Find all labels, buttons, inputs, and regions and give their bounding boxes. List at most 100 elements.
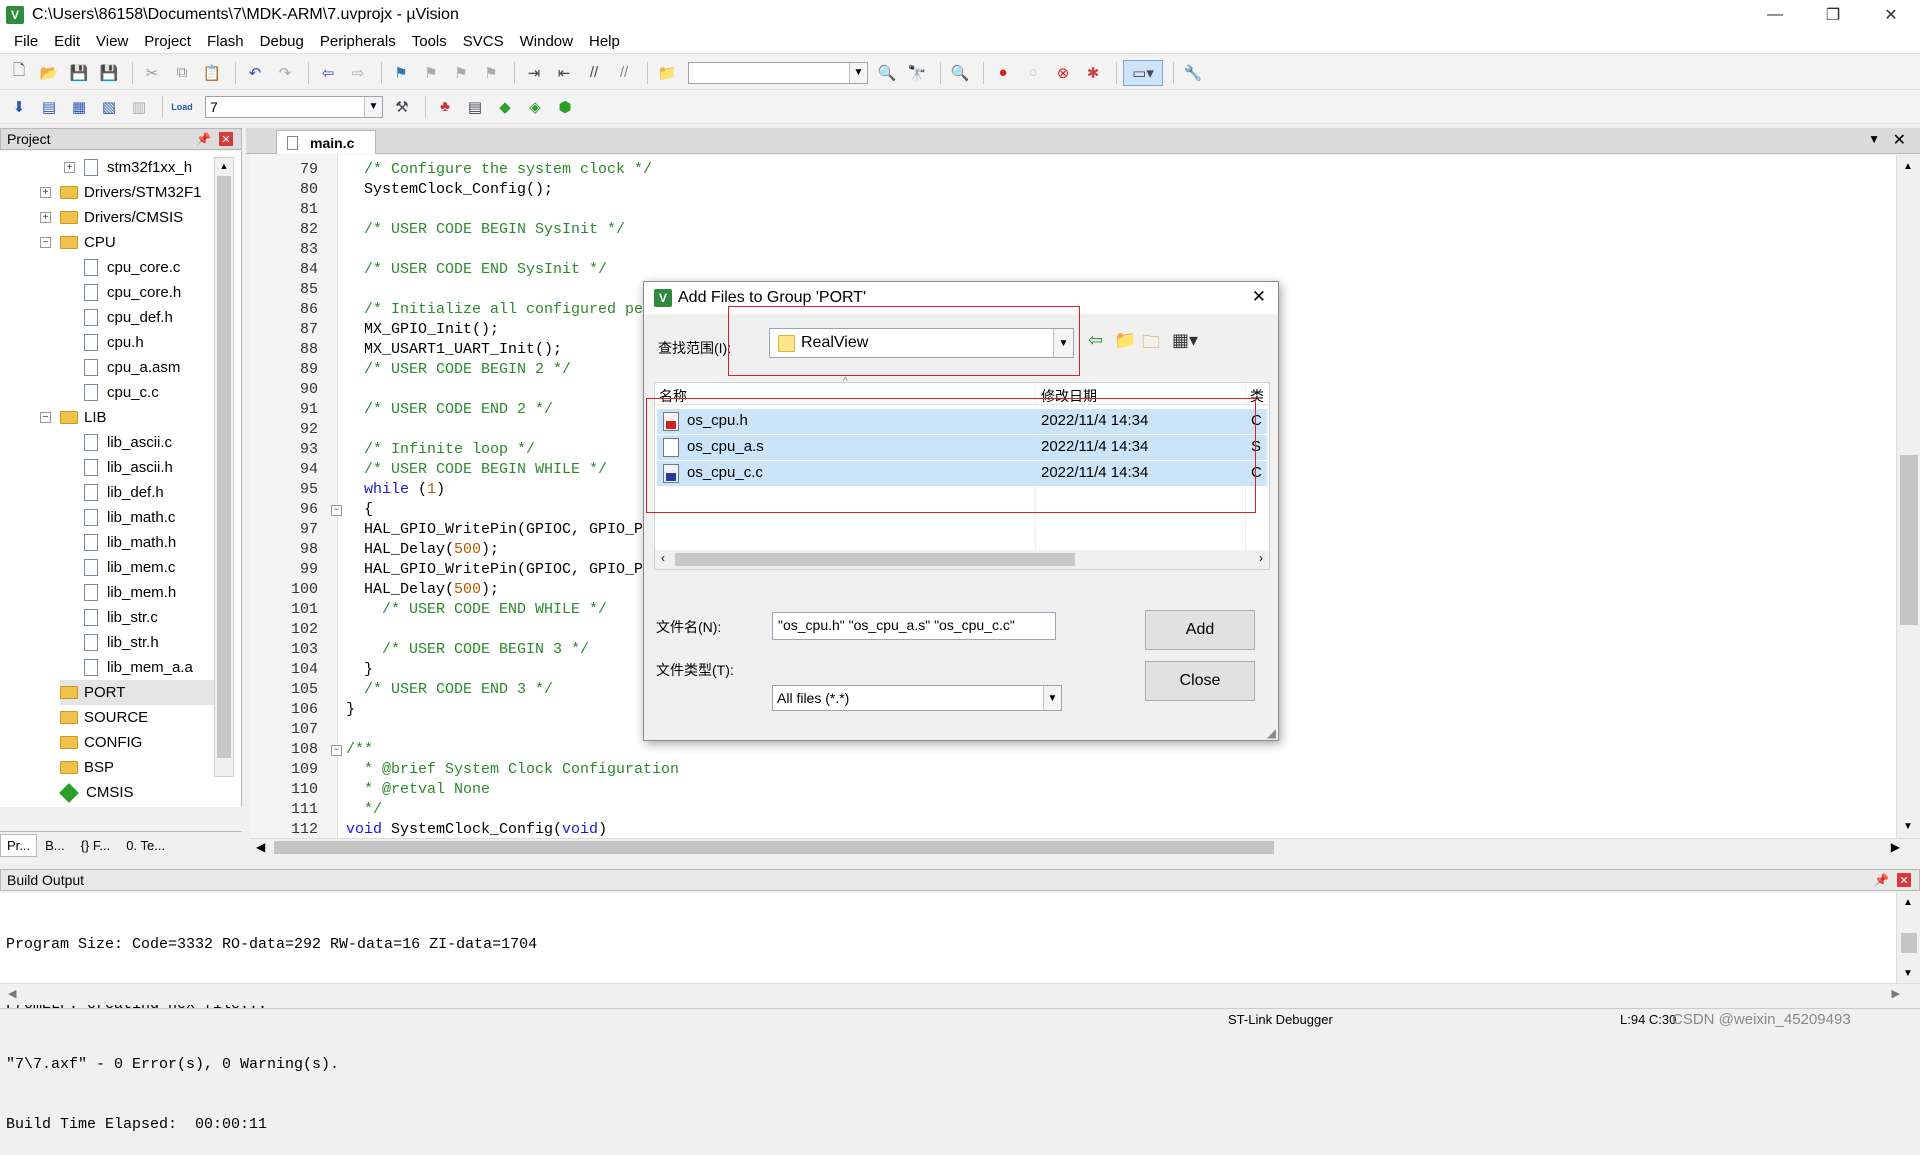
scroll-up-icon[interactable]: ▲ — [1903, 161, 1913, 172]
tree-item[interactable]: CMSIS — [59, 780, 134, 805]
view-menu-icon[interactable]: ▦▾ — [1172, 330, 1198, 351]
tree-item[interactable]: lib_str.h — [84, 630, 159, 655]
menu-window[interactable]: Window — [512, 33, 581, 50]
resize-grip-icon[interactable]: ◢ — [1267, 726, 1276, 740]
chevron-down-icon[interactable]: ▼ — [1043, 686, 1061, 710]
restore-button[interactable]: ❐ — [1804, 0, 1862, 30]
minimize-button[interactable]: — — [1746, 0, 1804, 30]
menu-help[interactable]: Help — [581, 33, 628, 50]
build-icon[interactable]: ▤ — [36, 94, 62, 120]
tree-item[interactable]: cpu_core.c — [84, 255, 180, 280]
tree-item[interactable]: lib_str.c — [84, 605, 158, 630]
tab-project[interactable]: Pr... — [0, 834, 38, 857]
code-line[interactable]: MX_USART1_UART_Init(); — [346, 341, 562, 358]
code-line[interactable]: void SystemClock_Config(void) — [346, 821, 607, 838]
tree-item[interactable]: BSP — [60, 755, 114, 780]
tree-item[interactable]: cpu.h — [84, 330, 144, 355]
chevron-down-icon[interactable]: ▼ — [849, 62, 867, 83]
close-window-button[interactable]: ✕ — [1862, 0, 1920, 30]
pin-icon[interactable]: 📌 — [1874, 873, 1889, 887]
code-line[interactable]: * @retval None — [346, 781, 490, 798]
find-in-files-icon[interactable]: 📁 — [654, 60, 680, 86]
menu-file[interactable]: File — [6, 33, 46, 50]
tree-scroll-thumb[interactable] — [217, 176, 231, 758]
find-icon[interactable]: 🔍 — [874, 60, 900, 86]
code-line[interactable]: HAL_Delay(500); — [346, 541, 499, 558]
scroll-left-icon[interactable]: ‹ — [661, 551, 665, 565]
code-line[interactable]: /* Infinite loop */ — [346, 441, 535, 458]
manage-project-icon[interactable]: ▤ — [462, 94, 488, 120]
nav-back-icon[interactable]: ⇦ — [315, 60, 341, 86]
menu-svcs[interactable]: SVCS — [455, 33, 512, 50]
expand-icon[interactable]: + — [64, 162, 75, 173]
tree-item[interactable]: + stm32f1xx_h — [64, 155, 192, 180]
disable-breakpoint-icon[interactable]: ○ — [1020, 60, 1046, 86]
output-scroll-thumb[interactable] — [1901, 933, 1917, 953]
code-line[interactable]: { — [346, 501, 373, 518]
close-icon[interactable]: ✕ — [1252, 287, 1266, 307]
scroll-down-icon[interactable]: ▼ — [1903, 968, 1913, 979]
code-line[interactable]: /* USER CODE END 2 */ — [346, 401, 553, 418]
save-all-icon[interactable]: 💾 — [96, 60, 122, 86]
code-line[interactable]: SystemClock_Config(); — [346, 181, 553, 198]
kill-breakpoints-icon[interactable]: ✱ — [1080, 60, 1106, 86]
menu-project[interactable]: Project — [136, 33, 199, 50]
next-bookmark-icon[interactable]: ⚑ — [448, 60, 474, 86]
scroll-up-icon[interactable]: ▲ — [216, 158, 232, 174]
code-line[interactable]: } — [346, 661, 373, 678]
collapse-icon[interactable]: − — [40, 412, 51, 423]
cut-icon[interactable]: ✂ — [139, 60, 165, 86]
new-folder-icon[interactable]: 🗀 — [1142, 330, 1160, 360]
fold-icon[interactable]: − — [331, 745, 342, 756]
code-line[interactable]: } — [346, 701, 355, 718]
tree-item[interactable]: lib_mem_a.a — [84, 655, 193, 680]
target-options-icon[interactable]: ⚒ — [389, 94, 415, 120]
tree-item[interactable]: lib_math.c — [84, 505, 175, 530]
scroll-left-icon[interactable]: ◀ — [256, 840, 265, 854]
tree-item[interactable]: lib_mem.h — [84, 580, 176, 605]
tree-item[interactable]: cpu_def.h — [84, 305, 173, 330]
configure-icon[interactable]: 🔧 — [1180, 60, 1206, 86]
code-line[interactable]: /* USER CODE END 3 */ — [346, 681, 553, 698]
new-file-icon[interactable]: 🗋 — [6, 60, 32, 86]
incremental-find-icon[interactable]: 🔭 — [904, 60, 930, 86]
code-line[interactable]: MX_GPIO_Init(); — [346, 321, 499, 338]
code-line[interactable]: /* USER CODE BEGIN WHILE */ — [346, 461, 607, 478]
disable-all-breakpoints-icon[interactable]: ⊗ — [1050, 60, 1076, 86]
scroll-right-icon[interactable]: ▶ — [1891, 840, 1900, 854]
editor-hscroll-thumb[interactable] — [274, 841, 1274, 854]
filetype-select[interactable]: All files (*.*) ▼ — [772, 685, 1062, 711]
output-vscrollbar[interactable]: ▲ ▼ — [1896, 893, 1920, 983]
expand-icon[interactable]: + — [40, 212, 51, 223]
collapse-icon[interactable]: − — [40, 237, 51, 248]
tree-item[interactable]: cpu_c.c — [84, 380, 159, 405]
close-icon[interactable]: ✕ — [1897, 873, 1911, 887]
indent-icon[interactable]: ⇥ — [521, 60, 547, 86]
chevron-down-icon[interactable]: ▼ — [364, 96, 382, 117]
output-hscrollbar[interactable]: ◀ ▶ — [0, 983, 1920, 1005]
code-line[interactable]: */ — [346, 801, 382, 818]
tree-item[interactable]: lib_ascii.c — [84, 430, 172, 455]
tab-list-icon[interactable]: ▼ — [1868, 132, 1880, 146]
tree-item[interactable]: lib_ascii.h — [84, 455, 173, 480]
tab-templates[interactable]: 0. Te... — [118, 835, 173, 856]
tree-item[interactable]: lib_def.h — [84, 480, 164, 505]
tab-main-c[interactable]: main.c — [276, 130, 376, 154]
add-button[interactable]: Add — [1145, 610, 1255, 650]
code-line[interactable]: /* USER CODE BEGIN SysInit */ — [346, 221, 625, 238]
breakpoint-icon[interactable]: ● — [990, 60, 1016, 86]
expand-icon[interactable]: + — [40, 187, 51, 198]
prev-bookmark-icon[interactable]: ⚑ — [418, 60, 444, 86]
code-line[interactable]: /* USER CODE BEGIN 2 */ — [346, 361, 571, 378]
scroll-down-icon[interactable]: ▼ — [1903, 821, 1913, 832]
debug-session-icon[interactable]: 🔍 — [947, 60, 973, 86]
run-time-env-icon[interactable]: ⬢ — [552, 94, 578, 120]
rebuild-icon[interactable]: ▦ — [66, 94, 92, 120]
file-list-scroll-thumb[interactable] — [675, 553, 1075, 566]
clear-bookmarks-icon[interactable]: ⚑ — [478, 60, 504, 86]
tree-scrollbar[interactable]: ▲ — [214, 157, 234, 777]
editor-vscroll-thumb[interactable] — [1900, 455, 1918, 625]
code-line[interactable]: /* Configure the system clock */ — [346, 161, 652, 178]
window-layout-icon[interactable]: ▭▾ — [1123, 59, 1163, 86]
redo-icon[interactable]: ↷ — [272, 60, 298, 86]
